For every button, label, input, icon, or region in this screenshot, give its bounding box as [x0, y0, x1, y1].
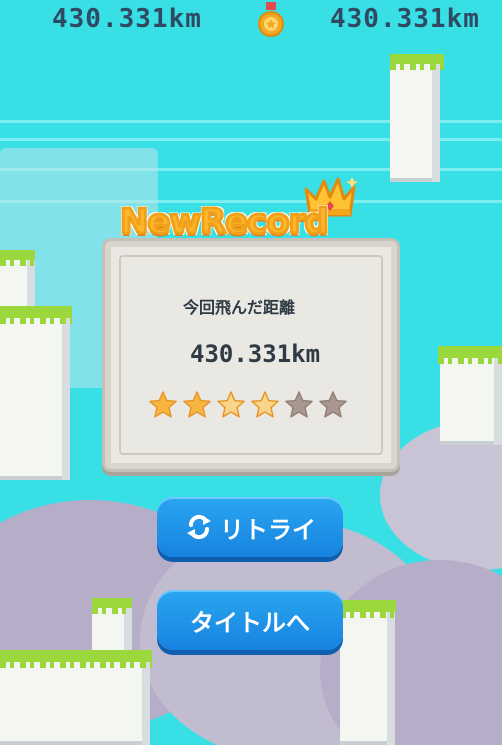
back-to-title-button[interactable]: タイトルへ [157, 590, 343, 650]
back-to-title-label: タイトルへ [190, 608, 310, 637]
stone-pillar [0, 655, 150, 745]
grass-top [0, 250, 35, 266]
distance-label: 今回飛んだ距離 [183, 298, 296, 317]
star-filled-icon [251, 391, 279, 418]
retry-icon [187, 514, 211, 540]
grass-top [438, 346, 502, 364]
hud-distance-left: 430.331km [52, 4, 202, 34]
hud-distance-right: 430.331km [330, 4, 480, 34]
game-scene: 430.331km 430.331km NewRecord 今回飛んだ距離 43… [0, 0, 502, 745]
grass-top [390, 54, 444, 70]
retry-button[interactable]: リトライ [157, 497, 343, 557]
star-filled-icon [217, 391, 245, 418]
grass-top [92, 598, 132, 614]
star-rating [148, 390, 348, 422]
medal-icon [258, 2, 284, 37]
star-empty-icon [319, 391, 347, 418]
star-filled-icon [183, 391, 211, 418]
stone-pillar [390, 62, 440, 182]
grass-top [0, 650, 152, 668]
new-record-text: NewRecord [119, 201, 331, 244]
star-filled-icon [149, 391, 177, 418]
distance-value: 430.331km [190, 340, 321, 368]
star-empty-icon [285, 391, 313, 418]
stone-pillar [340, 605, 395, 745]
grass-top [0, 306, 72, 324]
stone-pillar [0, 310, 70, 480]
stone-pillar [440, 350, 502, 445]
grass-top [340, 600, 396, 618]
retry-label: リトライ [220, 515, 316, 544]
new-record-banner: NewRecord [119, 201, 380, 252]
